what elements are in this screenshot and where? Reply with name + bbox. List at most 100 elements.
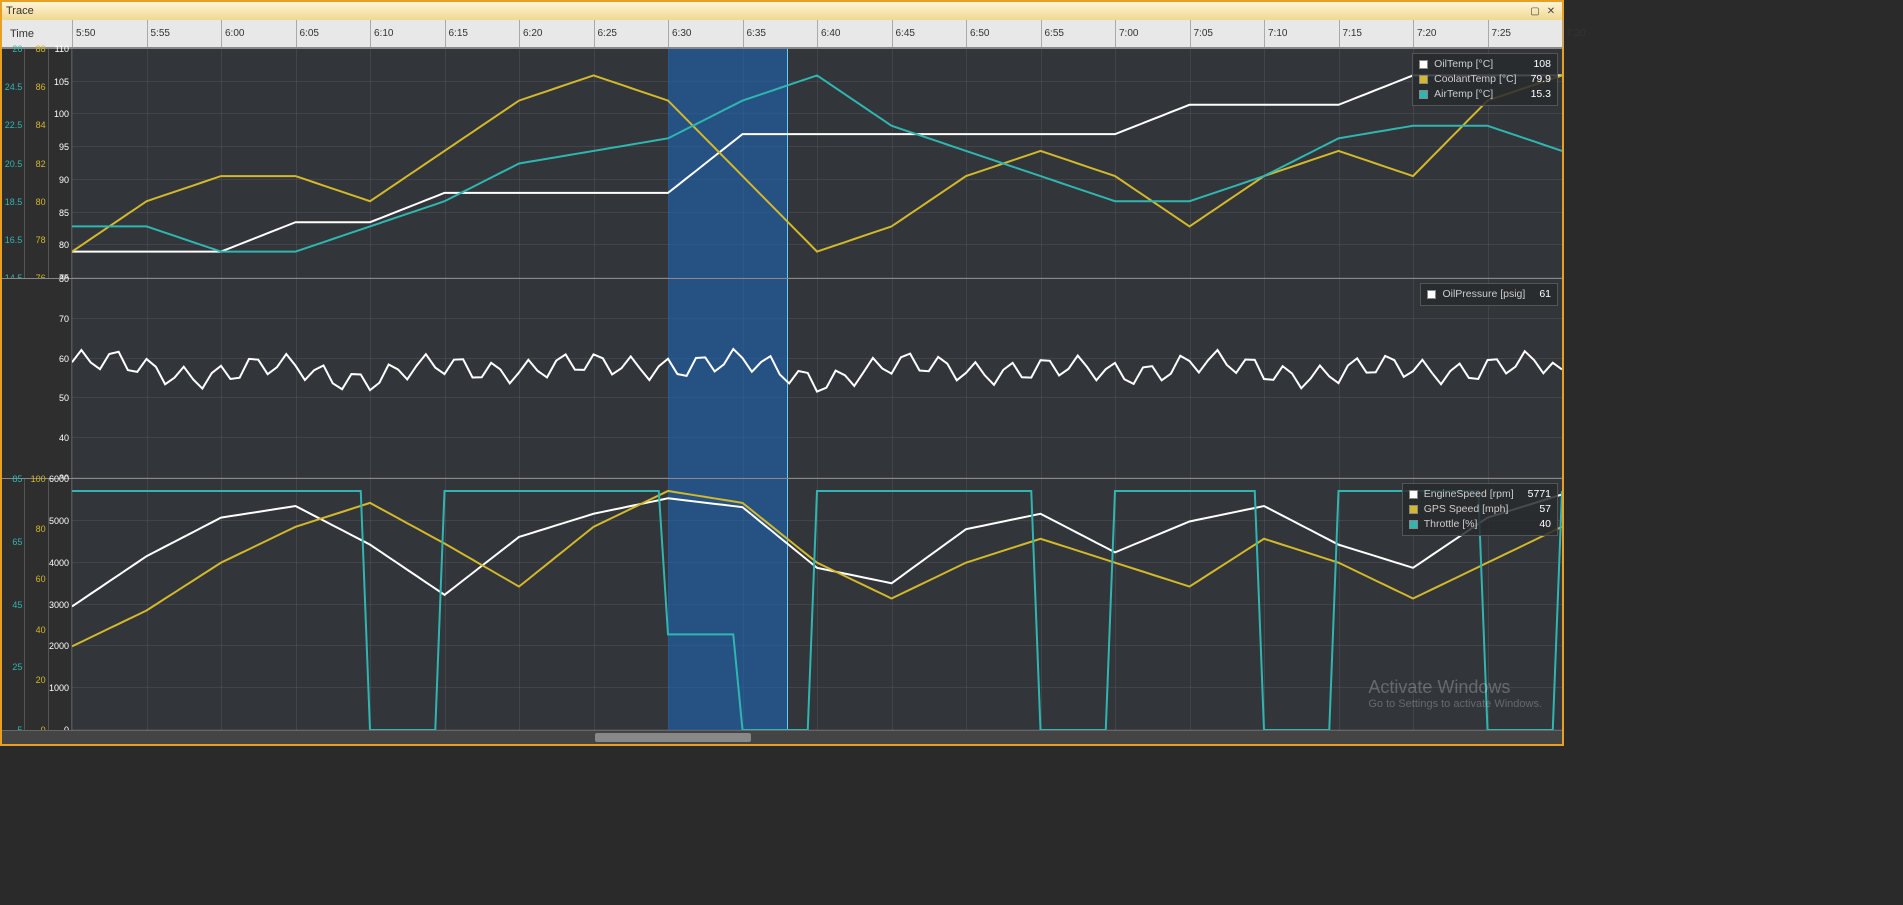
legend-swatch <box>1419 60 1428 69</box>
titlebar[interactable]: Trace ▢ ✕ <box>2 2 1562 20</box>
y-tick: 5000 <box>49 516 69 526</box>
y-tick: 22.5 <box>5 120 23 130</box>
yaxes-speed: 5254565850204060801000100020003000400050… <box>2 479 72 730</box>
time-tick: 6:30 <box>668 20 691 47</box>
legend-value: 79.9 <box>1523 72 1551 87</box>
y-tick: 24.5 <box>5 82 23 92</box>
legend-swatch <box>1409 505 1418 514</box>
legend-value: 108 <box>1525 57 1551 72</box>
legend-oilpressure: OilPressure [psig] 61 <box>1420 283 1558 306</box>
legend-swatch <box>1427 290 1436 299</box>
time-tick: 6:35 <box>743 20 766 47</box>
window-title: Trace <box>6 5 1526 17</box>
trace-line <box>72 349 1562 392</box>
y-tick: 85 <box>12 474 22 484</box>
y-tick: 110 <box>55 44 69 54</box>
time-tick: 5:55 <box>147 20 170 47</box>
legend-temps: OilTemp [°C]108CoolantTemp [°C]79.9AirTe… <box>1412 53 1558 106</box>
y-tick: 95 <box>59 142 69 152</box>
time-tick: 6:25 <box>594 20 617 47</box>
legend-value: 5771 <box>1520 487 1551 502</box>
time-tick: 6:00 <box>221 20 244 47</box>
legend-row[interactable]: AirTemp [°C]15.3 <box>1419 87 1551 102</box>
y-tick: 60 <box>36 574 46 584</box>
time-tick: 7:00 <box>1115 20 1138 47</box>
time-tick: 7:15 <box>1339 20 1362 47</box>
y-tick: 80 <box>59 240 69 250</box>
y-tick: 82 <box>36 159 46 169</box>
trace-window: Trace ▢ ✕ Time 5:505:556:006:056:106:156… <box>0 0 1564 746</box>
y-tick: 60 <box>59 354 69 364</box>
time-tick: 6:20 <box>519 20 542 47</box>
y-tick: 65 <box>12 537 22 547</box>
time-tick: 6:15 <box>445 20 468 47</box>
y-tick: 80 <box>36 524 46 534</box>
y-tick: 25 <box>12 662 22 672</box>
legend-label: CoolantTemp [°C] <box>1434 72 1516 87</box>
legend-swatch <box>1409 520 1418 529</box>
maximize-icon[interactable]: ▢ <box>1528 4 1542 18</box>
y-tick: 18.5 <box>5 197 23 207</box>
close-icon[interactable]: ✕ <box>1544 4 1558 18</box>
time-axis-ticks[interactable]: 5:505:556:006:056:106:156:206:256:306:35… <box>72 20 1562 47</box>
time-tick: 7:20 <box>1413 20 1436 47</box>
y-tick: 6000 <box>49 474 69 484</box>
y-tick: 88 <box>36 44 46 54</box>
legend-label: AirTemp [°C] <box>1434 87 1493 102</box>
y-tick: 2000 <box>49 641 69 651</box>
y-tick: 105 <box>54 77 69 87</box>
y-tick: 16.5 <box>5 235 23 245</box>
y-tick: 86 <box>36 82 46 92</box>
pane-oilpressure: 304050607080 OilPressure [psig]61 <box>2 278 1562 478</box>
legend-label: EngineSpeed [rpm] <box>1424 487 1514 502</box>
plot-speed[interactable]: EngineSpeed [rpm]5771GPS Speed [mph]57Th… <box>72 479 1562 730</box>
y-tick: 26 <box>12 44 22 54</box>
legend-row[interactable]: OilPressure [psig] 61 <box>1427 287 1551 302</box>
legend-swatch <box>1419 75 1428 84</box>
plot-temps[interactable]: OilTemp [°C]108CoolantTemp [°C]79.9AirTe… <box>72 49 1562 278</box>
plot-oilpressure[interactable]: OilPressure [psig] 61 <box>72 279 1562 478</box>
y-tick: 40 <box>36 625 46 635</box>
legend-row[interactable]: CoolantTemp [°C] 79.9 <box>1419 72 1551 87</box>
y-tick: 80 <box>59 274 69 284</box>
legend-row[interactable]: OilTemp [°C] 108 <box>1419 57 1551 72</box>
y-tick: 1000 <box>49 683 69 693</box>
legend-row[interactable]: EngineSpeed [rpm] 5771 <box>1409 487 1551 502</box>
yaxes-temps: 14.516.518.520.522.524.52676788082848688… <box>2 49 72 278</box>
legend-speed: EngineSpeed [rpm]5771GPS Speed [mph]57Th… <box>1402 483 1558 536</box>
trace-line <box>72 75 1562 251</box>
scrollbar-thumb[interactable] <box>595 733 751 742</box>
y-tick: 85 <box>59 208 69 218</box>
y-tick: 78 <box>36 235 46 245</box>
y-tick: 20 <box>36 675 46 685</box>
y-tick: 50 <box>59 393 69 403</box>
horizontal-scrollbar[interactable] <box>2 730 1562 744</box>
time-tick: 6:10 <box>370 20 393 47</box>
chart-panes: 14.516.518.520.522.524.52676788082848688… <box>2 48 1562 744</box>
legend-swatch <box>1409 490 1418 499</box>
legend-row[interactable]: Throttle [%] 40 <box>1409 517 1551 532</box>
time-axis-label: Time <box>2 28 72 40</box>
time-axis-header: Time 5:505:556:006:056:106:156:206:256:3… <box>2 20 1562 48</box>
time-tick: 6:05 <box>296 20 319 47</box>
legend-label: OilTemp [°C] <box>1434 57 1493 72</box>
legend-value: 57 <box>1531 502 1551 517</box>
trace-line <box>72 75 1562 251</box>
legend-value: 61 <box>1531 287 1551 302</box>
y-tick: 100 <box>54 109 69 119</box>
trace-line <box>72 75 1562 251</box>
legend-label: OilPressure [psig] <box>1442 287 1525 302</box>
legend-value: 40 <box>1531 517 1551 532</box>
y-tick: 90 <box>59 175 69 185</box>
y-tick: 4000 <box>49 558 69 568</box>
y-tick: 70 <box>59 314 69 324</box>
legend-label: GPS Speed [mph] <box>1424 502 1509 517</box>
y-tick: 3000 <box>49 600 69 610</box>
time-tick: 7:10 <box>1264 20 1287 47</box>
legend-label: Throttle [%] <box>1424 517 1478 532</box>
legend-row[interactable]: GPS Speed [mph] 57 <box>1409 502 1551 517</box>
y-tick: 40 <box>59 433 69 443</box>
time-tick: 6:50 <box>966 20 989 47</box>
y-tick: 45 <box>12 600 22 610</box>
pane-temps: 14.516.518.520.522.524.52676788082848688… <box>2 48 1562 278</box>
